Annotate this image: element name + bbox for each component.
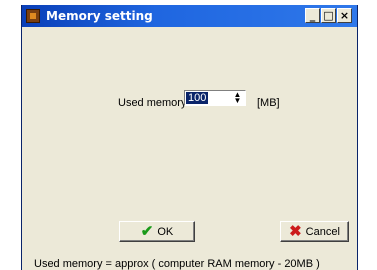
window-title: Memory setting — [46, 9, 153, 23]
ok-button[interactable]: ✔ OK — [119, 221, 195, 242]
memory-setting-window: Memory setting _ □ × Used memory 100 ▲ ▼ … — [21, 5, 358, 270]
cancel-button-label: Cancel — [305, 225, 340, 238]
maximize-button[interactable]: □ — [321, 8, 336, 23]
checkmark-icon: ✔ — [140, 223, 154, 240]
unit-label: [MB] — [257, 97, 280, 109]
ok-button-label: OK — [157, 225, 174, 238]
close-button[interactable]: × — [337, 8, 352, 23]
x-icon: ✖ — [289, 223, 302, 240]
cancel-button[interactable]: ✖ Cancel — [280, 221, 349, 242]
status-hint: Used memory = approx ( computer RAM memo… — [34, 258, 320, 270]
spinner-arrows-icon[interactable]: ▲ ▼ — [231, 91, 244, 105]
app-icon — [26, 9, 40, 23]
title-bar[interactable]: Memory setting _ □ × — [22, 5, 357, 27]
used-memory-spinbox[interactable]: 100 ▲ ▼ — [184, 90, 246, 106]
used-memory-label: Used memory — [118, 97, 187, 109]
minimize-button[interactable]: _ — [305, 8, 320, 23]
used-memory-value[interactable]: 100 — [186, 92, 209, 104]
